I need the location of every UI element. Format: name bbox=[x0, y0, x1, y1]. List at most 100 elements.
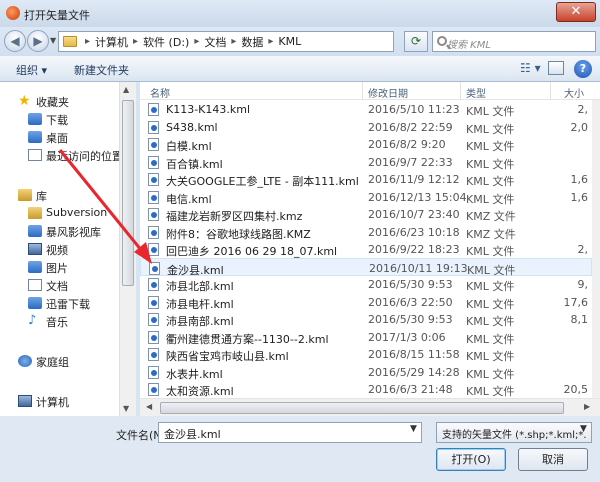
file-row[interactable]: 百合镇.kml 2016/9/7 22:33 KML 文件 bbox=[140, 153, 592, 171]
file-row[interactable]: 沛县北部.kml 2016/5/30 9:53 KML 文件 9, bbox=[140, 275, 592, 293]
sidebar-item-thunder-downloads[interactable]: 迅雷下载 bbox=[0, 294, 136, 312]
column-header-date[interactable]: 修改日期 bbox=[368, 85, 408, 100]
file-date: 2016/6/3 21:48 bbox=[368, 383, 453, 396]
help-button[interactable]: ? bbox=[574, 60, 592, 78]
chevron-right-icon[interactable]: ▸ bbox=[231, 36, 236, 47]
video-library-icon bbox=[28, 225, 42, 237]
close-button[interactable]: ✕ bbox=[556, 2, 596, 22]
filename-dropdown-icon[interactable]: ▼ bbox=[410, 424, 417, 434]
column-header-name[interactable]: 名称 bbox=[150, 85, 170, 100]
horizontal-scroll-thumb[interactable] bbox=[160, 402, 564, 414]
forward-arrow-icon: ▶ bbox=[33, 34, 43, 48]
refresh-button[interactable]: ⟳ bbox=[404, 31, 428, 52]
sidebar-item-label: 音乐 bbox=[46, 316, 68, 329]
filename-input[interactable]: 金沙县.kml bbox=[158, 422, 422, 443]
file-row[interactable]: 回巴迪乡 2016 06 29 18_07.kml 2016/9/22 18:23… bbox=[140, 240, 592, 258]
file-row[interactable]: 附件8：谷歌地球线路图.KMZ 2016/6/23 10:18 KMZ 文件 bbox=[140, 223, 592, 241]
documents-icon bbox=[28, 279, 42, 291]
scroll-down-icon[interactable]: ▼ bbox=[123, 404, 129, 413]
file-row[interactable]: 白模.kml 2016/8/2 9:20 KML 文件 bbox=[140, 135, 592, 153]
kml-file-icon bbox=[148, 173, 159, 186]
computer-icon bbox=[18, 395, 32, 407]
breadcrumb-kml[interactable]: KML bbox=[278, 35, 301, 48]
kml-file-icon bbox=[148, 383, 159, 396]
file-size: 2, bbox=[577, 243, 589, 256]
file-row[interactable]: 衢州建德贯通方案--1130--2.kml 2017/1/3 0:06 KML 文件 bbox=[140, 328, 592, 346]
folder-icon bbox=[63, 36, 77, 47]
sidebar-scroll-thumb[interactable] bbox=[122, 100, 134, 286]
file-date: 2016/5/10 11:23 bbox=[368, 103, 460, 116]
thunder-download-icon bbox=[28, 297, 42, 309]
chevron-right-icon[interactable]: ▸ bbox=[268, 36, 273, 47]
sidebar-item-desktop[interactable]: 桌面 bbox=[0, 128, 136, 146]
address-bar[interactable]: ▸ 计算机 ▸ 软件 (D:) ▸ 文档 ▸ 数据 ▸ KML bbox=[58, 31, 394, 52]
breadcrumb-computer[interactable]: 计算机 bbox=[95, 34, 128, 50]
file-date: 2016/11/9 12:12 bbox=[368, 173, 460, 186]
breadcrumb-drive-d[interactable]: 软件 (D:) bbox=[143, 34, 189, 50]
file-row[interactable]: 沛县电杆.kml 2016/6/3 22:50 KML 文件 17,6 bbox=[140, 293, 592, 311]
change-view-button[interactable]: ☷ ▾ bbox=[520, 61, 541, 75]
chevron-right-icon[interactable]: ▸ bbox=[133, 36, 138, 47]
sidebar-item-downloads[interactable]: 下载 bbox=[0, 110, 136, 128]
back-button[interactable]: ◀ bbox=[4, 30, 26, 52]
kml-file-icon bbox=[148, 103, 159, 116]
column-divider[interactable] bbox=[362, 82, 363, 100]
file-row[interactable]: 金沙县.kml 2016/10/11 19:13 KML 文件 bbox=[140, 257, 592, 277]
sidebar-item-label: 最近访问的位置 bbox=[46, 150, 123, 163]
file-list-horizontal-scrollbar[interactable]: ◀ ▶ bbox=[140, 398, 600, 416]
sidebar-item-documents[interactable]: 文档 bbox=[0, 276, 136, 294]
chevron-right-icon[interactable]: ▸ bbox=[85, 36, 90, 47]
sidebar-item-label: 迅雷下载 bbox=[46, 298, 90, 311]
recent-pages-dropdown-icon[interactable]: ▼ bbox=[50, 37, 58, 45]
breadcrumb-data[interactable]: 数据 bbox=[241, 34, 263, 50]
column-header-row: 名称 修改日期 类型 大小 bbox=[140, 82, 600, 100]
file-date: 2016/10/11 19:13 bbox=[369, 261, 468, 275]
breadcrumb-documents[interactable]: 文档 bbox=[204, 34, 226, 50]
sidebar-item-pictures[interactable]: 图片 bbox=[0, 258, 136, 276]
kml-file-icon bbox=[148, 295, 159, 309]
column-header-size[interactable]: 大小 bbox=[564, 85, 584, 100]
chevron-right-icon[interactable]: ▸ bbox=[194, 36, 199, 47]
file-row[interactable]: S438.kml 2016/8/2 22:59 KML 文件 2,0 bbox=[140, 118, 592, 136]
column-divider[interactable] bbox=[460, 82, 461, 100]
new-folder-button[interactable]: 新建文件夹 bbox=[74, 62, 129, 78]
sidebar-item-recent-places[interactable]: 最近访问的位置 bbox=[0, 146, 136, 164]
scroll-up-icon[interactable]: ▲ bbox=[123, 85, 129, 94]
file-row[interactable]: 太和资源.kml 2016/6/3 21:48 KML 文件 20,5 bbox=[140, 380, 592, 398]
sidebar-item-computer[interactable]: 计算机 bbox=[0, 392, 136, 410]
file-size: 2,0 bbox=[570, 120, 589, 134]
search-input[interactable]: 搜索 KML bbox=[432, 31, 596, 52]
recent-places-icon bbox=[28, 149, 42, 161]
sidebar-item-subversion[interactable]: Subversion bbox=[0, 204, 136, 222]
sidebar-item-favorites[interactable]: ★ 收藏夹 bbox=[0, 92, 136, 110]
file-row[interactable]: 水表井.kml 2016/5/29 14:28 KML 文件 bbox=[140, 363, 592, 381]
video-icon bbox=[28, 243, 42, 255]
file-row[interactable]: 陕西省宝鸡市岐山县.kml 2016/8/15 11:58 KML 文件 bbox=[140, 345, 592, 363]
open-button[interactable]: 打开(O) bbox=[436, 448, 506, 471]
file-date: 2016/6/23 10:18 bbox=[368, 225, 460, 239]
preview-pane-button[interactable] bbox=[548, 61, 564, 75]
column-divider[interactable] bbox=[550, 82, 551, 100]
file-row[interactable]: 福建龙岩新罗区四集村.kmz 2016/10/7 23:40 KMZ 文件 bbox=[140, 205, 592, 223]
file-list-vertical-scrollbar[interactable] bbox=[592, 100, 600, 398]
filetype-select[interactable]: 支持的矢量文件 (*.shp;*.kml;*. bbox=[436, 422, 592, 443]
sidebar-item-music[interactable]: ♪ 音乐 bbox=[0, 312, 136, 330]
organize-button[interactable]: 组织 ▾ bbox=[16, 62, 47, 78]
file-date: 2016/9/22 18:23 bbox=[368, 243, 460, 256]
file-row[interactable]: 大关GOOGLE工参_LTE - 副本111.kml 2016/11/9 12:1… bbox=[140, 170, 592, 188]
filetype-dropdown-icon[interactable]: ▼ bbox=[580, 424, 587, 434]
sidebar-item-videos[interactable]: 视频 bbox=[0, 240, 136, 258]
sidebar-item-video-library[interactable]: 暴风影视库 bbox=[0, 222, 136, 240]
file-row[interactable]: K113-K143.kml 2016/5/10 11:23 KML 文件 2, bbox=[140, 100, 592, 118]
column-header-type[interactable]: 类型 bbox=[466, 85, 486, 100]
file-row[interactable]: 沛县南部.kml 2016/5/30 9:53 KML 文件 8,1 bbox=[140, 310, 592, 328]
file-row[interactable]: 电信.kml 2016/12/13 15:04 KML 文件 1,6 bbox=[140, 188, 592, 206]
forward-button[interactable]: ▶ bbox=[27, 30, 49, 52]
cancel-button[interactable]: 取消 bbox=[518, 448, 588, 471]
scroll-left-icon[interactable]: ◀ bbox=[146, 402, 152, 411]
sidebar-scrollbar[interactable]: ▲ ▼ bbox=[119, 82, 136, 416]
file-size: 9, bbox=[577, 278, 589, 291]
sidebar-item-libraries[interactable]: 库 bbox=[0, 186, 136, 204]
scroll-right-icon[interactable]: ▶ bbox=[584, 402, 590, 411]
sidebar-item-homegroup[interactable]: 家庭组 bbox=[0, 352, 136, 370]
